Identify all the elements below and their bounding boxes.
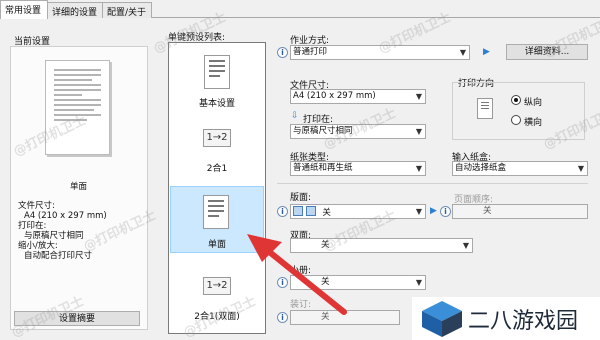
site-logo: 二八游戏园: [412, 297, 600, 340]
annotation-arrow: [247, 234, 347, 315]
logo-text: 二八游戏园: [468, 309, 579, 334]
tab-common-settings[interactable]: 常用设置: [0, 0, 48, 19]
cube-logo-icon: [422, 301, 462, 337]
